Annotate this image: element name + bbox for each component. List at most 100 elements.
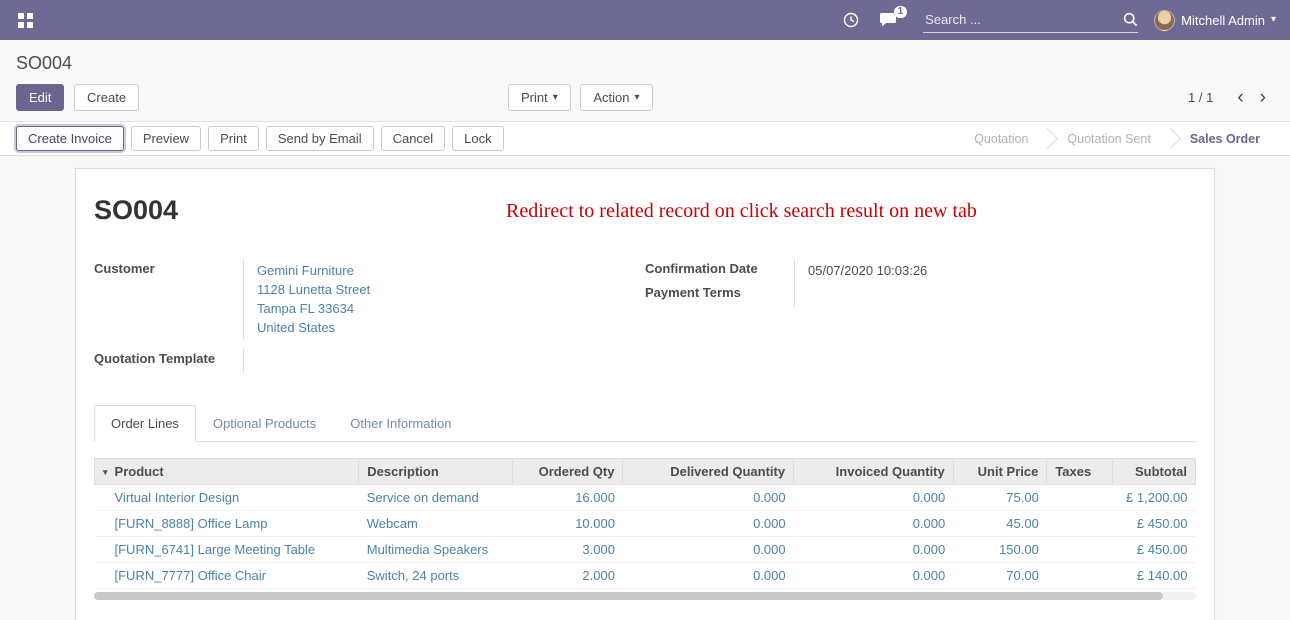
control-panel: Edit Create Print ▾ Action ▾ 1 / 1 ‹ › bbox=[0, 74, 1290, 121]
delivered-qty-cell: 0.000 bbox=[623, 511, 794, 537]
search-input[interactable] bbox=[923, 12, 1123, 27]
notebook-tabs: Order Lines Optional Products Other Info… bbox=[94, 405, 1196, 442]
ordered-qty-cell: 2.000 bbox=[513, 563, 623, 589]
unit-price-cell: 75.00 bbox=[953, 485, 1047, 511]
delivered-qty-cell: 0.000 bbox=[623, 537, 794, 563]
unit-price-cell: 150.00 bbox=[953, 537, 1047, 563]
print-button[interactable]: Print bbox=[208, 126, 259, 151]
user-menu[interactable]: Mitchell Admin ▾ bbox=[1154, 0, 1276, 40]
delivered-qty-cell: 0.000 bbox=[623, 485, 794, 511]
description-link[interactable]: Switch, 24 ports bbox=[367, 568, 460, 583]
description-link[interactable]: Webcam bbox=[367, 516, 418, 531]
taxes-cell bbox=[1047, 511, 1113, 537]
product-link[interactable]: [FURN_6741] Large Meeting Table bbox=[115, 542, 316, 557]
taxes-cell bbox=[1047, 485, 1113, 511]
cancel-button[interactable]: Cancel bbox=[381, 126, 445, 151]
create-invoice-button[interactable]: Create Invoice bbox=[16, 126, 124, 151]
edit-button[interactable]: Edit bbox=[16, 84, 64, 111]
description-link[interactable]: Multimedia Speakers bbox=[367, 542, 488, 557]
horizontal-scrollbar[interactable] bbox=[94, 592, 1196, 600]
product-link[interactable]: Virtual Interior Design bbox=[115, 490, 240, 505]
unit-price-cell: 70.00 bbox=[953, 563, 1047, 589]
action-menu-button[interactable]: Action ▾ bbox=[580, 84, 652, 111]
scrollbar-thumb[interactable] bbox=[94, 592, 1163, 600]
product-link[interactable]: [FURN_7777] Office Chair bbox=[115, 568, 267, 583]
payment-terms-value[interactable] bbox=[795, 283, 1196, 307]
ordered-qty-cell: 10.000 bbox=[513, 511, 623, 537]
table-header-row: ▾ Product Description Ordered Qty Deliver… bbox=[95, 459, 1196, 485]
table-row[interactable]: [FURN_7777] Office Chair Switch, 24 port… bbox=[95, 563, 1196, 589]
col-description[interactable]: Description bbox=[359, 459, 513, 485]
customer-value: Gemini Furniture 1128 Lunetta Street Tam… bbox=[244, 259, 645, 339]
lock-button[interactable]: Lock bbox=[452, 126, 503, 151]
customer-address-line: United States bbox=[257, 318, 637, 337]
search-icon[interactable] bbox=[1123, 12, 1138, 27]
chevron-down-icon: ▾ bbox=[553, 93, 558, 103]
payment-terms-field-row: Payment Terms bbox=[645, 283, 1196, 307]
status-quotation-sent[interactable]: Quotation Sent bbox=[1051, 132, 1166, 146]
col-product[interactable]: ▾ Product bbox=[95, 459, 359, 485]
invoiced-qty-cell: 0.000 bbox=[794, 537, 954, 563]
right-field-group: Confirmation Date 05/07/2020 10:03:26 Pa… bbox=[645, 259, 1196, 373]
global-search bbox=[923, 8, 1138, 33]
print-menu-label: Print bbox=[521, 90, 548, 105]
annotation-text: Redirect to related record on click sear… bbox=[506, 200, 977, 223]
col-subtotal[interactable]: Subtotal bbox=[1113, 459, 1196, 485]
tab-order-lines[interactable]: Order Lines bbox=[94, 405, 196, 442]
ordered-qty-cell: 16.000 bbox=[513, 485, 623, 511]
col-taxes[interactable]: Taxes bbox=[1047, 459, 1113, 485]
ordered-qty-cell: 3.000 bbox=[513, 537, 623, 563]
pager: 1 / 1 ‹ › bbox=[1188, 88, 1274, 107]
messages-icon[interactable]: 1 bbox=[869, 0, 907, 40]
table-row[interactable]: [FURN_8888] Office Lamp Webcam 10.000 0.… bbox=[95, 511, 1196, 537]
form-view: SO004 Redirect to related record on clic… bbox=[0, 156, 1290, 620]
col-product-label: Product bbox=[115, 464, 164, 479]
customer-label: Customer bbox=[94, 259, 244, 339]
top-navbar: 1 Mitchell Admin ▾ bbox=[0, 0, 1290, 40]
control-panel-center: Print ▾ Action ▾ bbox=[508, 84, 653, 111]
product-link[interactable]: [FURN_8888] Office Lamp bbox=[115, 516, 268, 531]
delivered-qty-cell: 0.000 bbox=[623, 563, 794, 589]
preview-button[interactable]: Preview bbox=[131, 126, 201, 151]
customer-address-line: Tampa FL 33634 bbox=[257, 299, 637, 318]
taxes-cell bbox=[1047, 563, 1113, 589]
col-delivered-quantity[interactable]: Delivered Quantity bbox=[623, 459, 794, 485]
customer-link[interactable]: Gemini Furniture bbox=[257, 261, 637, 280]
apps-menu-icon[interactable] bbox=[8, 0, 43, 40]
status-quotation[interactable]: Quotation bbox=[958, 132, 1044, 146]
create-button[interactable]: Create bbox=[74, 84, 139, 111]
chevron-down-icon: ▾ bbox=[1271, 15, 1276, 25]
send-by-email-button[interactable]: Send by Email bbox=[266, 126, 374, 151]
col-unit-price[interactable]: Unit Price bbox=[953, 459, 1047, 485]
activities-clock-icon[interactable] bbox=[833, 0, 869, 40]
tab-optional-products[interactable]: Optional Products bbox=[196, 405, 333, 442]
table-row[interactable]: Virtual Interior Design Service on deman… bbox=[95, 485, 1196, 511]
action-menu-label: Action bbox=[593, 90, 629, 105]
table-row[interactable]: [FURN_6741] Large Meeting Table Multimed… bbox=[95, 537, 1196, 563]
user-name: Mitchell Admin bbox=[1181, 13, 1265, 28]
tab-other-information[interactable]: Other Information bbox=[333, 405, 468, 442]
sort-caret-icon[interactable]: ▾ bbox=[103, 467, 108, 478]
col-invoiced-quantity[interactable]: Invoiced Quantity bbox=[794, 459, 954, 485]
customer-address-line: 1128 Lunetta Street bbox=[257, 280, 637, 299]
description-link[interactable]: Service on demand bbox=[367, 490, 479, 505]
control-panel-left: Edit Create bbox=[16, 84, 139, 111]
pager-previous-button[interactable]: ‹ bbox=[1229, 88, 1251, 107]
status-sales-order[interactable]: Sales Order bbox=[1174, 132, 1276, 146]
pager-counter: 1 / 1 bbox=[1188, 90, 1213, 105]
statusbar-buttons: Create Invoice Preview Print Send by Ema… bbox=[16, 126, 504, 151]
customer-field-row: Customer Gemini Furniture 1128 Lunetta S… bbox=[94, 259, 645, 339]
print-menu-button[interactable]: Print ▾ bbox=[508, 84, 571, 111]
quotation-template-value[interactable] bbox=[244, 349, 645, 373]
subtotal-cell: £ 450.00 bbox=[1113, 537, 1196, 563]
record-sheet: SO004 Redirect to related record on clic… bbox=[75, 168, 1215, 620]
confirmation-date-field-row: Confirmation Date 05/07/2020 10:03:26 bbox=[645, 259, 1196, 283]
col-ordered-qty[interactable]: Ordered Qty bbox=[513, 459, 623, 485]
field-groups: Customer Gemini Furniture 1128 Lunetta S… bbox=[94, 259, 1196, 373]
left-field-group: Customer Gemini Furniture 1128 Lunetta S… bbox=[94, 259, 645, 373]
breadcrumb: SO004 bbox=[0, 40, 1290, 74]
subtotal-cell: £ 1,200.00 bbox=[1113, 485, 1196, 511]
pager-next-button[interactable]: › bbox=[1252, 88, 1274, 107]
invoiced-qty-cell: 0.000 bbox=[794, 511, 954, 537]
statusbar: Create Invoice Preview Print Send by Ema… bbox=[0, 121, 1290, 156]
